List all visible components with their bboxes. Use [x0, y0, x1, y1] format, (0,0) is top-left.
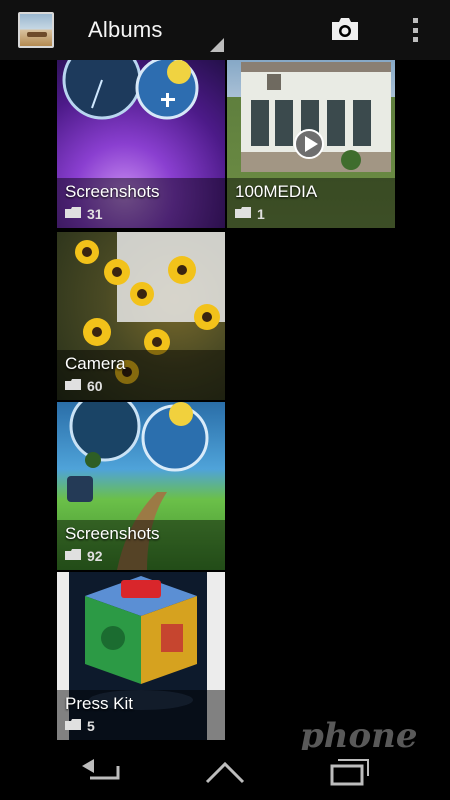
- album-tile[interactable]: 100MEDIA 1: [227, 60, 395, 228]
- action-bar: Albums: [0, 0, 450, 60]
- album-tile[interactable]: Press Kit 5: [57, 572, 225, 740]
- album-name: 100MEDIA: [235, 182, 318, 201]
- folder-icon: [65, 207, 81, 218]
- recent-apps-icon[interactable]: [324, 756, 372, 788]
- view-spinner-icon[interactable]: [210, 38, 224, 52]
- album-name: Press Kit: [65, 694, 134, 713]
- navigation-bar: [0, 750, 450, 800]
- album-name: Screenshots: [65, 524, 160, 543]
- album-tile[interactable]: Screenshots 31: [57, 60, 225, 228]
- album-tile[interactable]: Camera 60: [57, 232, 225, 400]
- back-icon[interactable]: [78, 756, 126, 788]
- album-grid: Screenshots 31 100MEDIA 1 Camera 60 Scre…: [0, 60, 450, 750]
- album-count: 92: [87, 548, 103, 564]
- album-name: Camera: [65, 354, 126, 373]
- home-icon[interactable]: [201, 756, 249, 788]
- folder-icon: [65, 719, 81, 730]
- overflow-menu-icon[interactable]: [406, 16, 424, 44]
- folder-icon: [235, 207, 251, 218]
- album-count: 31: [87, 206, 103, 222]
- album-count: 60: [87, 378, 103, 394]
- album-count: 1: [257, 206, 265, 222]
- folder-icon: [65, 549, 81, 560]
- gallery-app-icon[interactable]: [18, 12, 54, 48]
- album-view-title[interactable]: Albums: [88, 17, 163, 43]
- album-name: Screenshots: [65, 182, 160, 201]
- folder-icon: [65, 379, 81, 390]
- album-count: 5: [87, 718, 95, 734]
- camera-icon[interactable]: [330, 16, 360, 42]
- album-tile[interactable]: Screenshots 92: [57, 402, 225, 570]
